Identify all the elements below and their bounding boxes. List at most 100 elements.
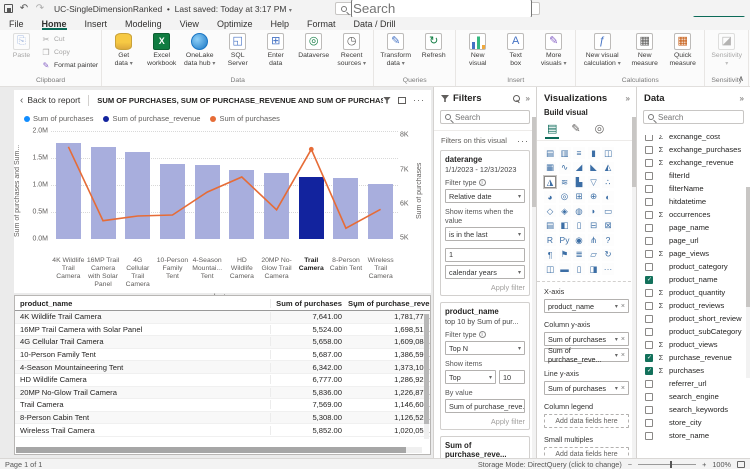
topn-mode-select[interactable]: Top ▾: [445, 370, 496, 384]
table-row[interactable]: 4G Cellular Trail Camera 5,658.00 1,609,…: [15, 336, 430, 349]
visual-type-icon[interactable]: ▯: [573, 219, 585, 232]
field-checkbox[interactable]: [645, 301, 653, 310]
visual-type-icon[interactable]: ◐: [602, 190, 614, 203]
paste-button[interactable]: ⎘ Paste: [3, 32, 40, 60]
save-icon[interactable]: [0, 2, 16, 16]
menu-item[interactable]: Modeling: [116, 17, 171, 30]
field-item[interactable]: Σ product_category: [637, 260, 745, 273]
pin-pane-icon[interactable]: [512, 95, 520, 102]
visual-type-icon[interactable]: ◎: [558, 190, 571, 203]
legend-item[interactable]: Sum of purchases: [24, 114, 93, 123]
field-item[interactable]: Σ product_reviews: [637, 299, 745, 312]
visual-type-icon[interactable]: ◉: [573, 234, 585, 246]
more-options-icon[interactable]: ···: [413, 95, 425, 105]
bar[interactable]: [259, 131, 294, 239]
field-checkbox[interactable]: [645, 135, 653, 141]
field-checkbox[interactable]: [645, 249, 653, 258]
ribbon-button[interactable]: ▦ Newmeasure ▾: [626, 32, 663, 67]
empty-field-well[interactable]: Add data fields here: [544, 414, 629, 428]
bar[interactable]: [225, 131, 260, 239]
field-checkbox[interactable]: [645, 171, 653, 180]
empty-field-well[interactable]: Add data fields here: [544, 447, 629, 458]
table-row[interactable]: 20MP No-Glow Trail Camera 5,836.00 1,226…: [15, 386, 430, 400]
redo-icon[interactable]: ↷: [32, 2, 48, 16]
visual-type-icon[interactable]: ⊕: [587, 190, 600, 203]
focus-mode-icon[interactable]: [398, 96, 406, 104]
field-item[interactable]: Σ filterId: [637, 169, 745, 182]
ribbon-button[interactable]: ƒ New visual calculation ▾: [579, 32, 625, 68]
data-search-box[interactable]: [643, 110, 744, 124]
zoom-out-icon[interactable]: −: [628, 460, 632, 469]
field-item[interactable]: Σ exchange_revenue: [637, 156, 745, 169]
menu-item[interactable]: Data / Drill: [344, 17, 404, 30]
visual-type-icon[interactable]: ▯: [573, 263, 585, 275]
visual-type-icon[interactable]: ▤: [544, 147, 556, 159]
ribbon-button[interactable]: OneLake data hub ▾: [181, 32, 218, 68]
menu-item[interactable]: Optimize: [208, 17, 262, 30]
field-chip[interactable]: Sum of purchase_reve... ▾ ×: [544, 346, 629, 364]
field-item[interactable]: Σ hitdatetime: [637, 195, 745, 208]
legend-item[interactable]: Sum of purchases: [210, 114, 280, 123]
back-to-report-link[interactable]: ‹ Back to report: [20, 94, 90, 106]
visual-type-icon[interactable]: ⋔: [587, 234, 600, 246]
ribbon-button[interactable]: ▦ Quickmeasure ▾: [664, 32, 701, 67]
field-checkbox[interactable]: [645, 431, 653, 440]
visual-type-icon[interactable]: ◫: [602, 147, 614, 159]
x-axis-label[interactable]: 20MP No-Glow Trail Camera: [259, 255, 294, 291]
visual-type-icon[interactable]: ▙: [573, 176, 585, 188]
field-item[interactable]: Σ referrer_url: [637, 377, 745, 390]
visual-type-icon[interactable]: ◫: [544, 263, 556, 275]
field-checkbox[interactable]: [645, 379, 653, 388]
menu-item[interactable]: Insert: [76, 17, 117, 30]
table-row[interactable]: 10-Person Family Tent 5,687.00 1,386,593…: [15, 349, 430, 362]
field-checkbox[interactable]: [645, 184, 653, 193]
x-axis-label[interactable]: 4G Cellular Trail Camera: [120, 255, 155, 291]
field-checkbox[interactable]: [645, 327, 653, 336]
visual-type-icon[interactable]: ▱: [587, 248, 600, 261]
field-checkbox[interactable]: [645, 275, 653, 284]
undo-icon[interactable]: ↶: [16, 2, 32, 16]
ribbon-button[interactable]: ◎ Dataverse ▾: [295, 32, 332, 60]
collapse-pane-icon[interactable]: »: [626, 94, 630, 103]
cut-button[interactable]: ✂ Cut: [41, 33, 98, 45]
table-row[interactable]: 4-Season Mountaineering Tent 6,342.00 1,…: [15, 361, 430, 374]
bar[interactable]: [329, 131, 364, 239]
bar[interactable]: [86, 131, 121, 239]
bar[interactable]: [155, 131, 190, 239]
x-axis-label[interactable]: HD Wildlife Camera: [225, 255, 260, 291]
field-checkbox[interactable]: [645, 158, 653, 167]
column-header-revenue[interactable]: Sum of purchase_reven: [348, 299, 430, 308]
visual-type-icon[interactable]: ≋: [558, 176, 571, 188]
table-vertical-scrollbar[interactable]: [424, 314, 429, 439]
visual-type-icon[interactable]: ···: [602, 263, 614, 275]
field-checkbox[interactable]: [645, 288, 653, 297]
field-checkbox[interactable]: [645, 236, 653, 245]
collapse-ribbon-icon[interactable]: ∧: [738, 74, 744, 83]
visual-type-icon[interactable]: ◇: [544, 205, 556, 217]
field-item[interactable]: Σ purchase_revenue: [637, 351, 745, 364]
by-value-field-chip[interactable]: Sum of purchase_reve...▾ ×: [445, 399, 525, 413]
filter-card-daterange[interactable]: daterange 1/1/2023 - 12/31/2023 Filter t…: [440, 150, 530, 296]
visual-type-icon[interactable]: ⊠: [602, 219, 614, 232]
visual-type-icon[interactable]: ▥: [558, 147, 571, 159]
filters-search-box[interactable]: [440, 110, 530, 124]
sensitivity-button[interactable]: ◪ Sensitivity ▾: [708, 32, 745, 68]
section-more-icon[interactable]: ···: [517, 136, 529, 146]
visual-type-icon[interactable]: ▬: [558, 263, 571, 275]
field-item[interactable]: Σ store_name: [637, 429, 745, 442]
filter-unit-select[interactable]: calendar years ▾: [445, 265, 525, 279]
field-checkbox[interactable]: [645, 197, 653, 206]
visual-type-icon[interactable]: ∴: [602, 176, 614, 188]
field-checkbox[interactable]: [645, 145, 653, 154]
field-item[interactable]: Σ search_engine: [637, 390, 745, 403]
bar[interactable]: [363, 131, 398, 239]
x-axis-label[interactable]: 16MP Trail Camera with Solar Panel: [86, 255, 121, 291]
field-item[interactable]: Σ product_name: [637, 273, 745, 286]
filter-condition-select[interactable]: is in the last ▾: [445, 227, 525, 241]
visual-type-icon[interactable]: ↻: [602, 248, 614, 261]
visual-type-icon[interactable]: ◍: [573, 205, 585, 217]
field-item[interactable]: Σ store_city: [637, 416, 745, 429]
field-item[interactable]: Σ product_subCategory: [637, 325, 745, 338]
ribbon-button[interactable]: ↻ Refresh ▾: [415, 32, 452, 60]
visual-type-icon[interactable]: ¶: [544, 248, 556, 261]
